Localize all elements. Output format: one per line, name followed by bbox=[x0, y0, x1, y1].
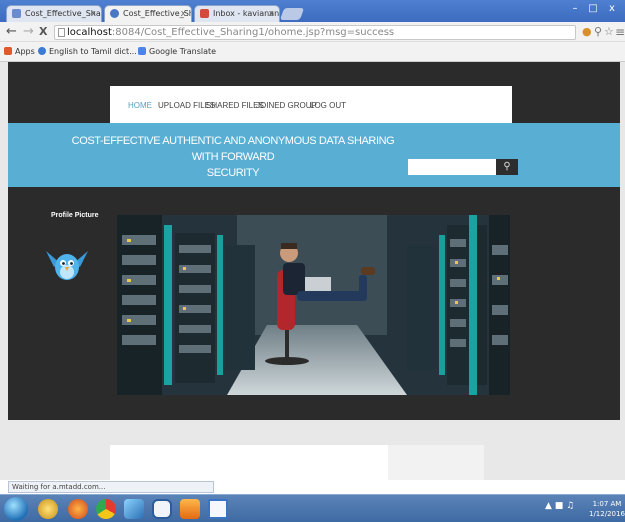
title-banner: COST-EFFECTIVE AUTHENTIC AND ANONYMOUS D… bbox=[8, 123, 620, 187]
menu-log-out[interactable]: LOG OUT bbox=[310, 101, 346, 110]
search-button[interactable]: ⚲ bbox=[496, 159, 518, 175]
apps-icon bbox=[4, 47, 12, 55]
browser-toolbar: ← → X localhost:8084/Cost_Effective_Shar… bbox=[0, 22, 625, 42]
url-host: localhost bbox=[67, 27, 112, 38]
url-path: :8084/Cost_Effective_Sharing1/ohome.jsp?… bbox=[111, 27, 395, 38]
chrome-icon[interactable] bbox=[96, 499, 116, 519]
site-title: COST-EFFECTIVE AUTHENTIC AND ANONYMOUS D… bbox=[68, 133, 398, 181]
bookmark-dictionary[interactable]: English to Tamil dict... bbox=[38, 47, 137, 57]
extension-icon[interactable]: ● bbox=[582, 26, 592, 38]
maximize-button[interactable]: □ bbox=[586, 3, 600, 15]
page-icon bbox=[12, 9, 21, 18]
search-icon: ⚲ bbox=[503, 161, 511, 172]
main-menu: HOME UPLOAD FILES SHARED FILES JOINED GR… bbox=[110, 86, 512, 124]
menu-home[interactable]: HOME bbox=[128, 101, 152, 110]
netbeans-icon[interactable] bbox=[152, 499, 172, 519]
stop-button[interactable]: X bbox=[39, 23, 47, 41]
notepad-icon[interactable] bbox=[208, 499, 228, 519]
globe-icon bbox=[38, 47, 46, 55]
profile-bird-avatar[interactable] bbox=[44, 245, 90, 285]
search-input[interactable] bbox=[408, 159, 496, 175]
site-title-line-1: COST-EFFECTIVE AUTHENTIC AND ANONYMOUS D… bbox=[71, 135, 395, 163]
clock-date: 1/12/2016 bbox=[589, 510, 625, 518]
eclipse-icon[interactable] bbox=[124, 499, 144, 519]
mediaplayer-icon[interactable] bbox=[180, 499, 200, 519]
hero-datacenter-image bbox=[117, 215, 510, 395]
browser-tab-strip: Cost_Effective_Sharing x Cost_Effective_… bbox=[0, 0, 625, 22]
clock-time: 1:07 AM bbox=[592, 500, 622, 508]
menu-icon[interactable]: ≡ bbox=[615, 26, 625, 38]
site-title-line-2: SECURITY bbox=[206, 167, 260, 179]
search-icon[interactable]: ⚲ bbox=[594, 26, 602, 38]
windows-taskbar: ▲ ■ ♫ 1:07 AM 1/12/2016 bbox=[0, 494, 625, 522]
side-panel bbox=[388, 445, 484, 480]
translate-icon bbox=[138, 47, 146, 55]
taskbar-clock[interactable]: 1:07 AM 1/12/2016 bbox=[589, 499, 625, 519]
bookmark-apps[interactable]: Apps bbox=[4, 47, 35, 57]
bookmark-label: Apps bbox=[15, 47, 35, 56]
page-viewport: HOME UPLOAD FILES SHARED FILES JOINED GR… bbox=[0, 62, 625, 480]
back-button[interactable]: ← bbox=[6, 23, 17, 41]
address-bar[interactable]: localhost:8084/Cost_Effective_Sharing1/o… bbox=[54, 25, 576, 40]
page-icon bbox=[58, 28, 65, 37]
bookmark-label: Google Translate bbox=[149, 47, 217, 56]
loading-icon bbox=[110, 9, 119, 18]
gmail-icon bbox=[200, 9, 209, 18]
forward-button[interactable]: → bbox=[23, 23, 34, 41]
star-icon[interactable]: ☆ bbox=[604, 26, 614, 38]
system-tray-icons[interactable]: ▲ ■ ♫ bbox=[545, 501, 574, 511]
explorer-icon[interactable] bbox=[38, 499, 58, 519]
browser-tab-2[interactable]: Cost_Effective_Sharing x bbox=[104, 5, 192, 22]
close-tab-icon[interactable]: x bbox=[181, 6, 186, 22]
browser-tab-1[interactable]: Cost_Effective_Sharing x bbox=[6, 5, 102, 22]
firefox-icon[interactable] bbox=[68, 499, 88, 519]
menu-joined-group[interactable]: JOINED GROUP bbox=[256, 101, 317, 110]
content-panel bbox=[110, 445, 388, 480]
close-tab-icon[interactable]: x bbox=[269, 6, 274, 22]
profile-picture-label: Profile Picture bbox=[51, 212, 99, 219]
browser-tab-3[interactable]: Inbox - kavianangan@... x bbox=[194, 5, 280, 22]
close-window-button[interactable]: x bbox=[605, 3, 619, 15]
browser-status-bar: Waiting for a.mtadd.com... bbox=[8, 481, 214, 493]
new-tab-button[interactable] bbox=[279, 8, 305, 20]
start-button[interactable] bbox=[4, 497, 28, 521]
bookmark-label: English to Tamil dict... bbox=[49, 47, 137, 56]
minimize-button[interactable]: – bbox=[568, 3, 582, 15]
close-tab-icon[interactable]: x bbox=[91, 6, 96, 22]
bookmarks-bar: Apps English to Tamil dict... Google Tra… bbox=[0, 42, 625, 62]
bookmark-translate[interactable]: Google Translate bbox=[138, 47, 216, 57]
